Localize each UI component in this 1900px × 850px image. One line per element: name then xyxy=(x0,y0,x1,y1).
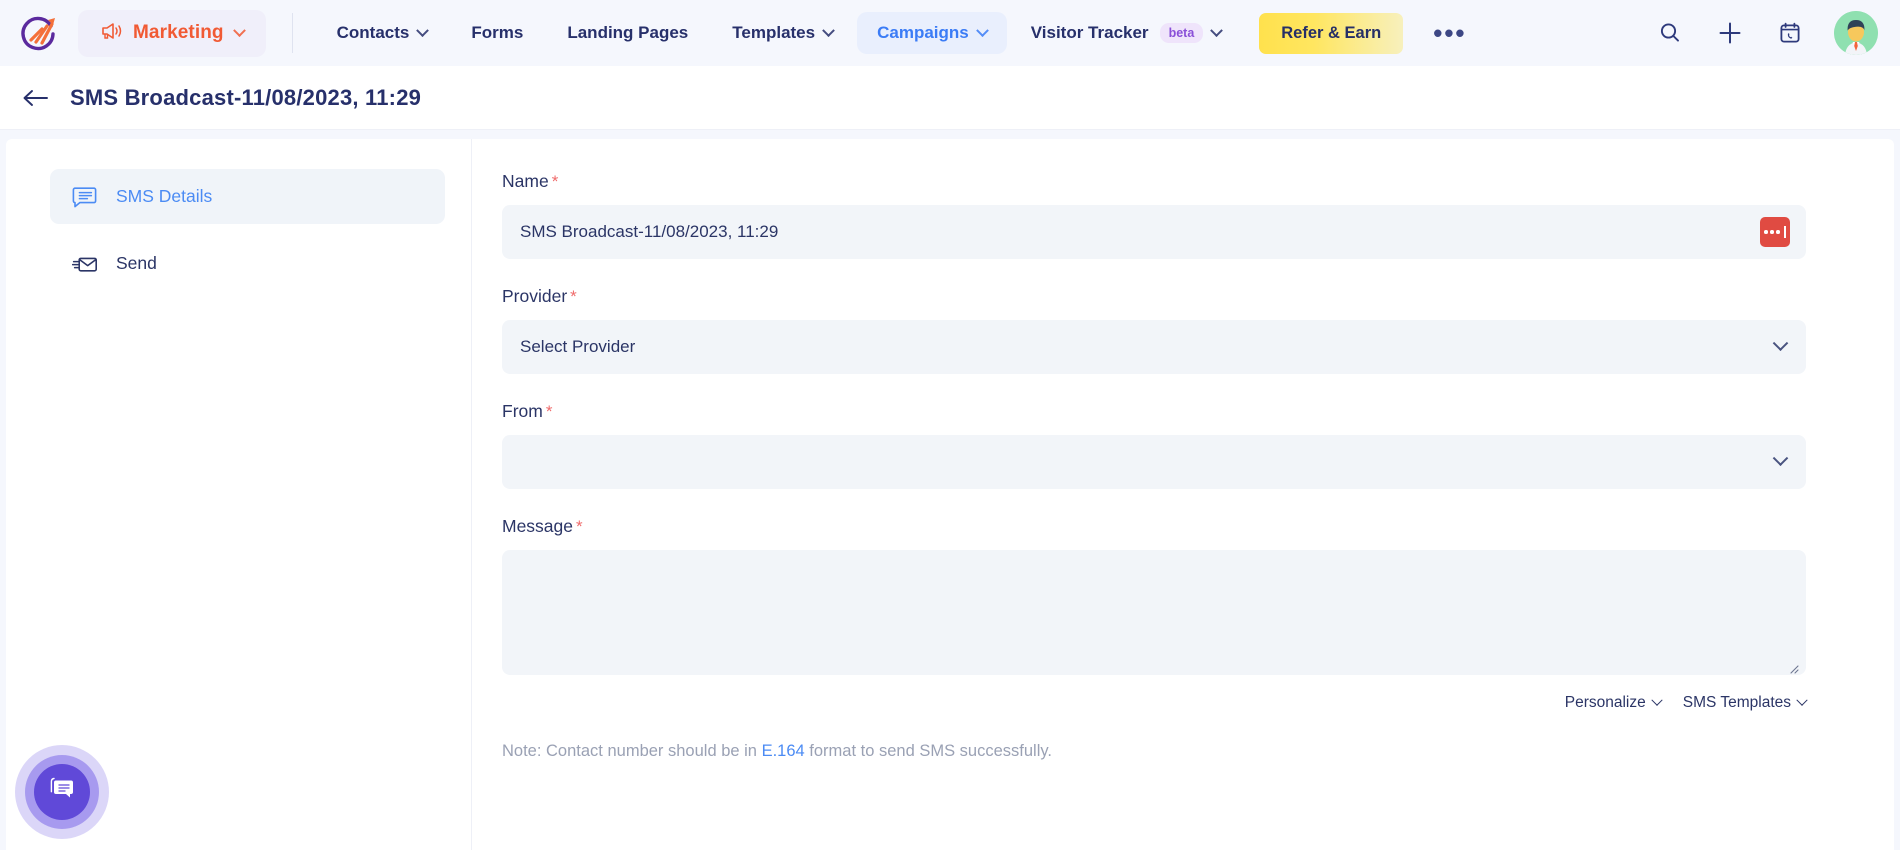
required-marker: * xyxy=(576,517,583,536)
back-arrow-icon[interactable] xyxy=(18,80,54,116)
nav-item-landing-pages[interactable]: Landing Pages xyxy=(547,12,708,54)
nav-item-contacts[interactable]: Contacts xyxy=(317,12,448,54)
nav-divider xyxy=(292,13,293,53)
more-options-button[interactable]: ••• xyxy=(1425,22,1474,44)
user-avatar[interactable] xyxy=(1834,11,1878,55)
nav-label-templates: Templates xyxy=(732,23,815,43)
chevron-down-icon xyxy=(1651,695,1662,706)
required-marker: * xyxy=(570,287,577,306)
nav-label-visitor-tracker: Visitor Tracker xyxy=(1031,23,1149,43)
send-envelope-icon xyxy=(72,252,98,276)
label-message-text: Message xyxy=(502,516,573,536)
search-icon[interactable] xyxy=(1654,17,1686,49)
provider-selected-value: Select Provider xyxy=(520,337,1775,357)
chevron-down-icon xyxy=(1796,695,1807,706)
page-body: SMS Details Send Name* xyxy=(0,130,1900,850)
message-toolbar: Personalize SMS Templates xyxy=(502,694,1806,712)
chevron-down-icon xyxy=(822,24,835,37)
chevron-down-icon xyxy=(1773,450,1789,466)
chat-support-button[interactable] xyxy=(15,745,109,839)
label-name: Name* xyxy=(502,171,1806,192)
chat-core xyxy=(34,764,90,820)
note-prefix: Note: Contact number should be in xyxy=(502,742,762,760)
nav-item-templates[interactable]: Templates xyxy=(712,12,853,54)
top-navigation-bar: Marketing Contacts Forms Landing Pages T… xyxy=(0,0,1900,66)
refer-and-earn-button[interactable]: Refer & Earn xyxy=(1259,13,1403,54)
label-from-text: From xyxy=(502,401,543,421)
page-title: SMS Broadcast-11/08/2023, 11:29 xyxy=(70,85,421,111)
chevron-down-icon xyxy=(417,24,430,37)
calendar-phone-icon[interactable] xyxy=(1774,17,1806,49)
nav-item-campaigns[interactable]: Campaigns xyxy=(857,12,1007,54)
chat-bubble-icon xyxy=(47,776,77,809)
required-marker: * xyxy=(546,402,553,421)
plus-icon[interactable] xyxy=(1714,17,1746,49)
provider-select[interactable]: Select Provider xyxy=(502,320,1806,374)
label-from: From* xyxy=(502,401,1806,422)
sidebar-label-sms-details: SMS Details xyxy=(116,186,212,207)
required-marker: * xyxy=(552,172,559,191)
sidebar-item-sms-details[interactable]: SMS Details xyxy=(50,169,445,224)
page-title-bar: SMS Broadcast-11/08/2023, 11:29 xyxy=(0,66,1900,130)
chevron-down-icon xyxy=(976,24,989,37)
sidebar-item-send[interactable]: Send xyxy=(50,236,445,291)
name-input[interactable] xyxy=(520,222,1760,242)
from-select[interactable] xyxy=(502,435,1806,489)
sidebar-label-send: Send xyxy=(116,253,157,274)
chevron-down-icon xyxy=(233,24,246,37)
nav-label-contacts: Contacts xyxy=(337,23,410,43)
message-wrapper xyxy=(502,550,1806,680)
nav-label-landing-pages: Landing Pages xyxy=(567,23,688,43)
message-textarea[interactable] xyxy=(502,550,1806,675)
chevron-down-icon xyxy=(1210,24,1223,37)
wizard-sidebar: SMS Details Send xyxy=(6,139,472,850)
edit-dots-icon[interactable] xyxy=(1760,217,1790,247)
field-name: Name* xyxy=(502,171,1806,259)
label-provider-text: Provider xyxy=(502,286,567,306)
chat-ring xyxy=(25,755,99,829)
content-card: SMS Details Send Name* xyxy=(6,139,1894,850)
personalize-dropdown[interactable]: Personalize xyxy=(1565,694,1661,712)
field-message: Message* Personalize SMS Templates xyxy=(502,516,1806,712)
nav-label-campaigns: Campaigns xyxy=(877,23,969,43)
nav-label-forms: Forms xyxy=(471,23,523,43)
brand-logo-icon[interactable] xyxy=(14,8,64,58)
sms-details-form: Name* Provider* Select Provider xyxy=(472,139,1894,850)
primary-nav-items: Contacts Forms Landing Pages Templates C… xyxy=(317,12,1242,54)
marketing-module-switcher[interactable]: Marketing xyxy=(78,10,266,57)
marketing-label: Marketing xyxy=(133,22,224,44)
name-input-shell xyxy=(502,205,1806,259)
sms-templates-dropdown[interactable]: SMS Templates xyxy=(1683,694,1806,712)
nav-right-actions xyxy=(1654,11,1878,55)
megaphone-icon xyxy=(100,21,122,46)
chat-bubble-lines-icon xyxy=(72,185,98,209)
sms-templates-label: SMS Templates xyxy=(1683,694,1791,712)
label-message: Message* xyxy=(502,516,1806,537)
personalize-label: Personalize xyxy=(1565,694,1646,712)
nav-item-forms[interactable]: Forms xyxy=(451,12,543,54)
e164-link[interactable]: E.164 xyxy=(762,742,805,760)
label-name-text: Name xyxy=(502,171,549,191)
nav-item-visitor-tracker[interactable]: Visitor Tracker beta xyxy=(1011,12,1242,54)
field-from: From* xyxy=(502,401,1806,489)
beta-badge: beta xyxy=(1160,23,1204,43)
chevron-down-icon xyxy=(1773,335,1789,351)
note-suffix: format to send SMS successfully. xyxy=(805,742,1052,760)
field-provider: Provider* Select Provider xyxy=(502,286,1806,374)
label-provider: Provider* xyxy=(502,286,1806,307)
format-note: Note: Contact number should be in E.164 … xyxy=(502,742,1806,761)
